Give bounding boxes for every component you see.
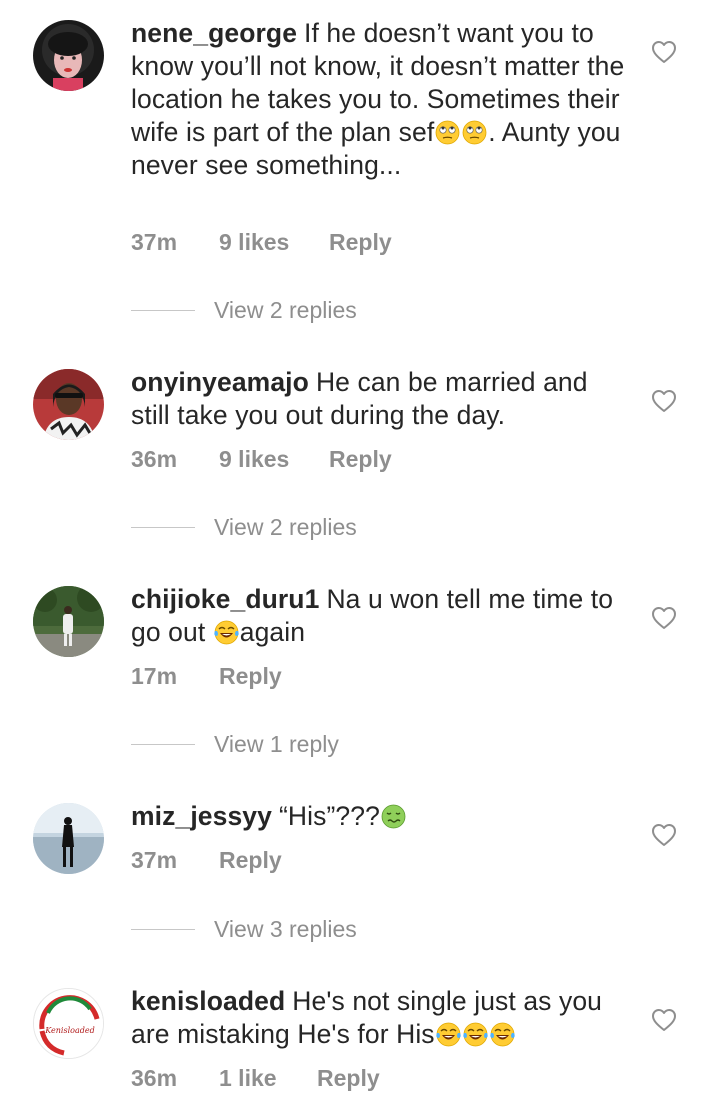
comment-body-part: “His”??? <box>278 801 380 831</box>
comment-time: 36m <box>131 446 178 472</box>
eye-roll-emoji <box>462 120 487 145</box>
comment-meta: 17m Reply <box>131 662 282 690</box>
reply-button[interactable]: Reply <box>329 228 392 256</box>
comment-text: chijioke_duru1 Na u won tell me time to g… <box>131 583 631 649</box>
eye-roll-emoji <box>435 120 460 145</box>
divider-line <box>131 526 195 528</box>
comment-likes[interactable]: 1 like <box>219 1064 317 1092</box>
reply-button[interactable]: Reply <box>317 1064 380 1092</box>
view-replies-button[interactable]: View 1 reply <box>131 729 339 759</box>
divider-line <box>131 928 195 930</box>
reply-button[interactable]: Reply <box>219 846 282 874</box>
view-replies-label[interactable]: View 3 replies <box>214 916 357 943</box>
comment-text: nene_george If he doesn’t want you to kno… <box>131 17 631 182</box>
comment-meta: 37m 9 likes Reply <box>131 228 392 256</box>
comment-username[interactable]: chijioke_duru1 <box>131 584 319 614</box>
avatar-logo-text: Kenisloaded <box>44 1026 94 1035</box>
comment-text: miz_jessyy “His”??? <box>131 800 631 833</box>
comment-likes[interactable]: 9 likes <box>219 445 329 473</box>
avatar[interactable] <box>33 586 104 657</box>
comment-meta: 37m Reply <box>131 846 282 874</box>
comment-username[interactable]: miz_jessyy <box>131 801 272 831</box>
comment-time: 37m <box>131 847 178 873</box>
comment-meta: 36m 9 likes Reply <box>131 445 392 473</box>
avatar[interactable] <box>33 20 104 91</box>
avatar[interactable] <box>33 803 104 874</box>
like-heart-icon[interactable] <box>651 1008 677 1032</box>
nauseated-face-emoji <box>381 804 406 829</box>
tears-of-joy-emoji <box>490 1022 515 1047</box>
reply-button[interactable]: Reply <box>329 445 392 473</box>
avatar[interactable]: Kenisloaded <box>33 988 104 1059</box>
view-replies-label[interactable]: View 2 replies <box>214 514 357 541</box>
like-heart-icon[interactable] <box>651 823 677 847</box>
like-heart-icon[interactable] <box>651 389 677 413</box>
comment-username[interactable]: kenisloaded <box>131 986 285 1016</box>
like-heart-icon[interactable] <box>651 606 677 630</box>
comment-username[interactable]: nene_george <box>131 18 297 48</box>
comment-time: 36m <box>131 1065 178 1091</box>
view-replies-button[interactable]: View 2 replies <box>131 295 357 325</box>
comment-username[interactable]: onyinyeamajo <box>131 367 309 397</box>
view-replies-button[interactable]: View 3 replies <box>131 914 357 944</box>
comment-text: onyinyeamajo He can be married and still … <box>131 366 631 432</box>
view-replies-label[interactable]: View 1 reply <box>214 731 339 758</box>
divider-line <box>131 309 195 311</box>
view-replies-label[interactable]: View 2 replies <box>214 297 357 324</box>
comment-body-part: again <box>239 617 306 647</box>
tears-of-joy-emoji <box>436 1022 461 1047</box>
avatar[interactable] <box>33 369 104 440</box>
tears-of-joy-emoji <box>214 620 239 645</box>
comment-time: 37m <box>131 229 178 255</box>
like-heart-icon[interactable] <box>651 40 677 64</box>
comment-time: 17m <box>131 663 178 689</box>
view-replies-button[interactable]: View 2 replies <box>131 512 357 542</box>
comment-text: kenisloaded He's not single just as you a… <box>131 985 631 1051</box>
tears-of-joy-emoji <box>463 1022 488 1047</box>
comment-likes[interactable]: 9 likes <box>219 228 329 256</box>
divider-line <box>131 743 195 745</box>
reply-button[interactable]: Reply <box>219 662 282 690</box>
comment-meta: 36m 1 like Reply <box>131 1064 380 1092</box>
